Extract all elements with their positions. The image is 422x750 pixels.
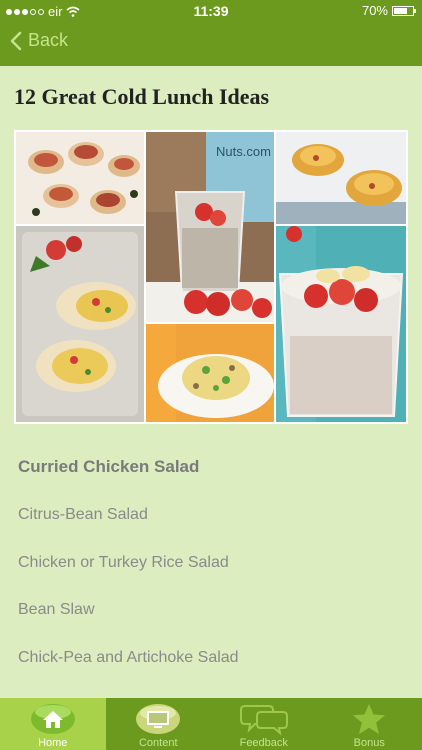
tab-bonus-label: Bonus [353,737,385,749]
tab-bar: Home Content Feedback Bonus [0,698,422,750]
page-title: 12 Great Cold Lunch Ideas [14,84,270,109]
photo-frittata [146,324,274,422]
chevron-left-icon [10,31,22,50]
tab-home-label: Home [38,737,68,749]
status-bar: eir 11:39 70% [0,0,422,22]
tab-feedback-label: Feedback [239,737,288,749]
list-item[interactable]: Bean Slaw [18,601,95,619]
battery-icon [392,5,416,16]
photo-egg-cups [276,132,406,224]
hero-collage-image: Nuts.com [14,130,408,424]
tab-bonus[interactable]: Bonus [317,698,422,750]
tab-content[interactable]: Content [106,698,212,750]
tab-home[interactable]: Home [0,698,106,750]
clock: 11:39 [193,3,229,19]
chat-bubbles-icon [239,705,288,736]
back-button[interactable]: Back [10,30,68,51]
home-icon [30,704,75,734]
svg-text:Nuts.com: Nuts.com [216,144,271,159]
back-label: Back [28,30,69,50]
photo-chia-pudding: Nuts.com [146,132,274,322]
list-item[interactable]: Chick-Pea and Artichoke Salad [18,649,239,667]
star-icon [353,704,386,734]
navigation-bar: Back [0,22,422,66]
list-item[interactable]: Citrus-Bean Salad [18,506,148,524]
battery-status: 70% [361,3,416,18]
tab-content-label: Content [138,737,178,749]
list-item[interactable]: Chicken or Turkey Rice Salad [18,554,229,572]
monitor-icon [136,704,181,734]
photo-breakfast-burritos [16,226,144,422]
battery-percent: 70% [361,3,388,18]
list-item[interactable]: Curried Chicken Salad [18,457,199,477]
photo-overnight-oats [276,226,406,422]
tab-feedback[interactable]: Feedback [211,698,317,750]
photo-egg-muffins [16,132,144,224]
